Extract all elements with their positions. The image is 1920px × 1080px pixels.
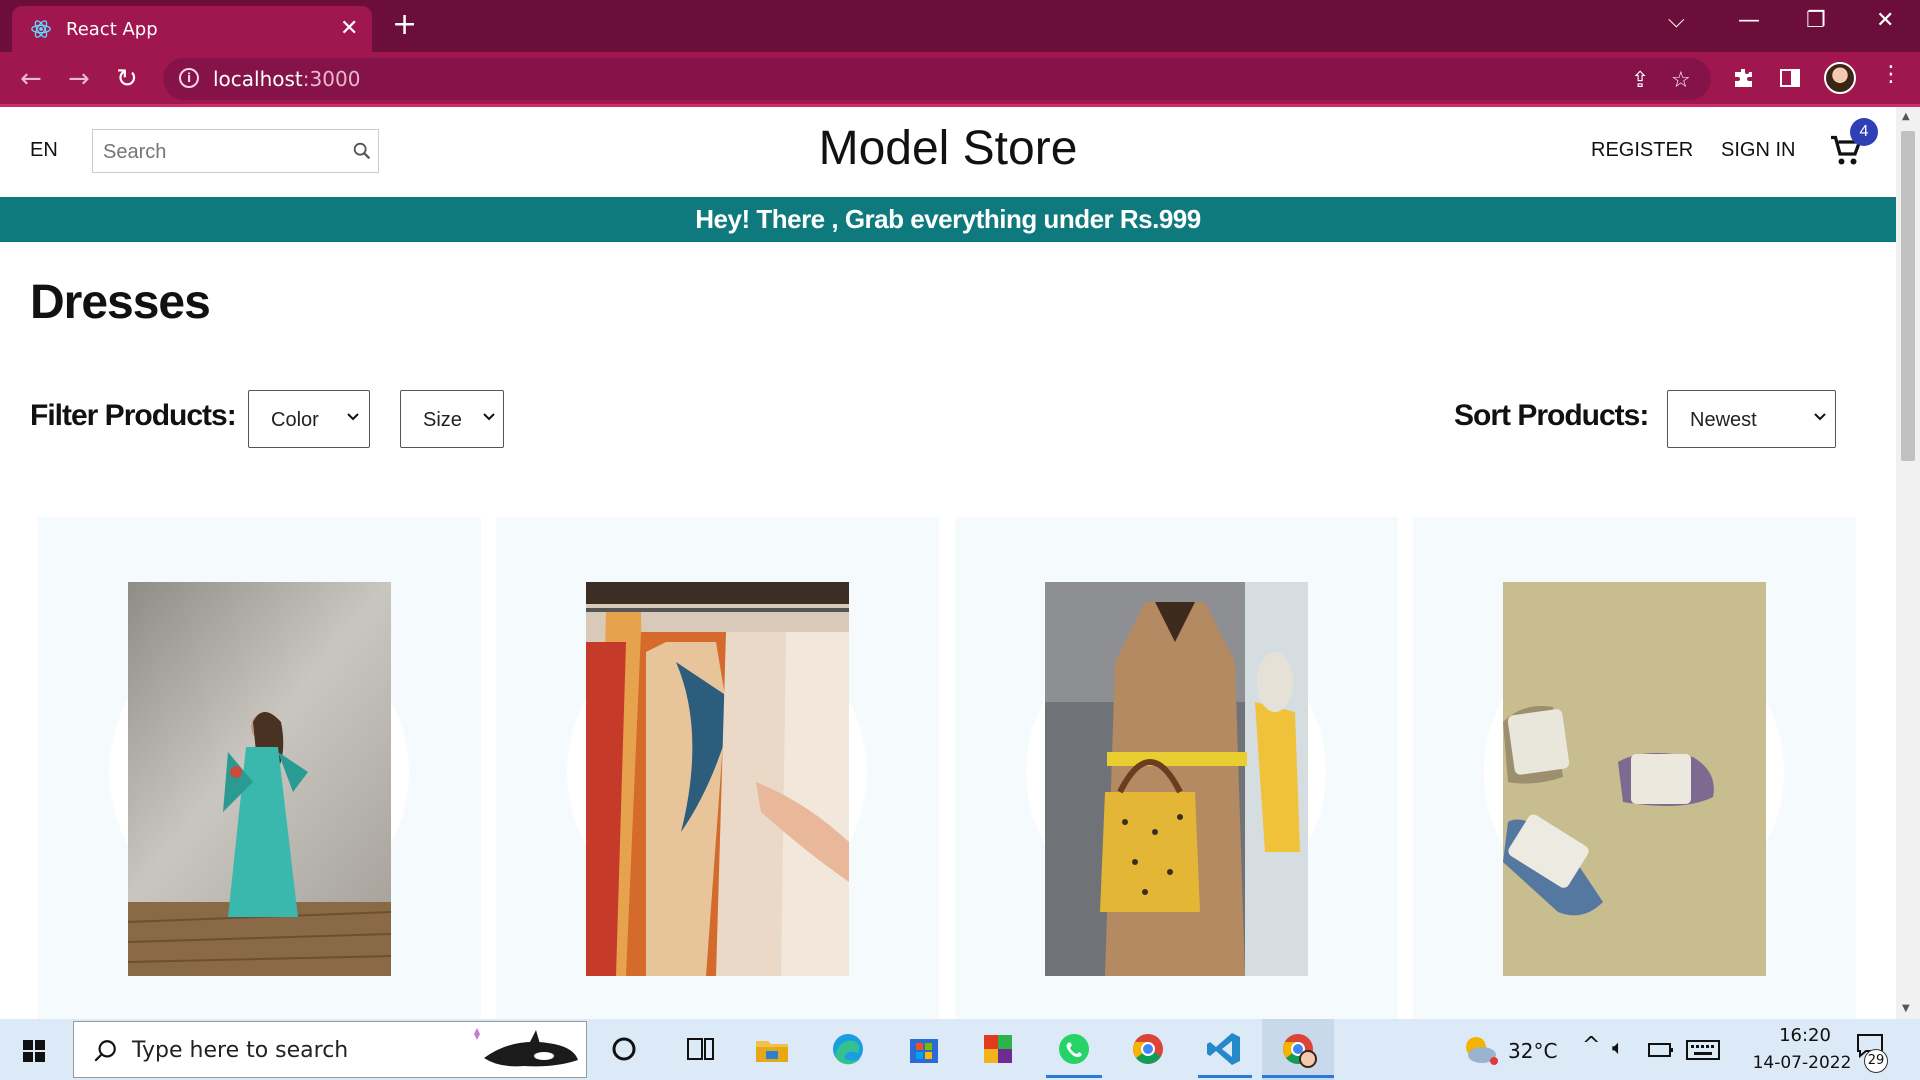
- clock-time[interactable]: 16:20: [1760, 1025, 1850, 1046]
- whatsapp-icon[interactable]: [1054, 1029, 1094, 1069]
- chevron-down-icon: [483, 413, 495, 421]
- url-text: localhost:3000: [213, 67, 361, 91]
- cortana-icon[interactable]: [604, 1029, 644, 1069]
- bookmark-star-icon[interactable]: ☆: [1671, 68, 1691, 93]
- product-image-trench-coat-with-yellow-bag[interactable]: [1045, 582, 1308, 976]
- orca-search-highlight-icon: [474, 1028, 578, 1067]
- reload-icon[interactable]: ↻: [116, 64, 138, 94]
- product-card[interactable]: [496, 517, 939, 1019]
- task-view-icon[interactable]: [680, 1029, 720, 1069]
- color-filter-value: Color: [271, 409, 319, 431]
- tab-close-icon[interactable]: ✕: [340, 16, 358, 41]
- product-card[interactable]: [955, 517, 1398, 1019]
- close-window-icon[interactable]: ✕: [1876, 8, 1894, 33]
- product-image-rolled-socks-on-beige[interactable]: [1503, 582, 1766, 976]
- scroll-up-icon[interactable]: ▲: [1902, 111, 1910, 122]
- page-title: Dresses: [30, 276, 211, 329]
- product-card[interactable]: [1413, 517, 1856, 1019]
- keyboard-icon[interactable]: [1686, 1039, 1720, 1061]
- weather-icon[interactable]: [1460, 1033, 1500, 1067]
- vscode-icon[interactable]: [1204, 1029, 1244, 1069]
- side-panel-icon[interactable]: [1778, 66, 1802, 90]
- chevron-down-icon: [1814, 413, 1826, 421]
- chrome-profile-icon[interactable]: [1278, 1029, 1318, 1069]
- tab-title: React App: [66, 19, 158, 40]
- profile-avatar[interactable]: [1824, 62, 1856, 94]
- windows-taskbar: Type here to search 32°C ^ 🔈︎ 16:20 14-0…: [0, 1019, 1920, 1080]
- tab-search-chevron-icon[interactable]: ⌵: [1668, 8, 1685, 33]
- microsoft-store-icon[interactable]: [904, 1029, 944, 1069]
- share-icon[interactable]: ⇪: [1631, 68, 1649, 93]
- extensions-icon[interactable]: [1731, 66, 1755, 90]
- active-app-indicator: [1198, 1075, 1252, 1078]
- color-filter-select[interactable]: Color: [248, 390, 370, 448]
- announcement-bar: Hey! There , Grab everything under Rs.99…: [0, 197, 1896, 242]
- windows-start-icon[interactable]: [22, 1039, 46, 1063]
- chrome-icon[interactable]: [1128, 1029, 1168, 1069]
- sort-value: Newest: [1690, 409, 1757, 431]
- address-bar[interactable]: i localhost:3000 ⇪ ☆: [163, 58, 1711, 100]
- notification-count-badge: 29: [1864, 1049, 1888, 1073]
- sort-label: Sort Products:: [1454, 399, 1649, 432]
- active-app-indicator: [1262, 1075, 1334, 1078]
- register-link[interactable]: REGISTER: [1591, 139, 1693, 162]
- speaker-icon[interactable]: 🔈︎: [1612, 1035, 1624, 1059]
- sort-select[interactable]: Newest: [1667, 390, 1836, 448]
- filter-label: Filter Products:: [30, 399, 237, 432]
- sign-in-link[interactable]: SIGN IN: [1721, 139, 1795, 162]
- browser-tab-bar: React App ✕ + ⌵ — ❐ ✕: [0, 0, 1920, 52]
- forward-icon[interactable]: →: [68, 64, 90, 94]
- edge-icon[interactable]: [828, 1029, 868, 1069]
- size-filter-select[interactable]: Size: [400, 390, 504, 448]
- taskbar-search-placeholder: Type here to search: [132, 1038, 349, 1063]
- restore-icon[interactable]: ❐: [1806, 8, 1826, 33]
- office-app-icon[interactable]: [978, 1029, 1018, 1069]
- product-card[interactable]: [38, 517, 481, 1019]
- minimize-icon[interactable]: —: [1738, 8, 1760, 33]
- browser-toolbar: ← → ↻ i localhost:3000 ⇪ ☆ ⋮: [0, 52, 1920, 104]
- active-app-indicator: [1046, 1075, 1102, 1078]
- browser-tab[interactable]: React App ✕: [12, 6, 372, 52]
- product-image-woman-in-teal-saree[interactable]: [128, 582, 391, 976]
- file-explorer-icon[interactable]: [752, 1029, 792, 1069]
- back-icon[interactable]: ←: [20, 64, 42, 94]
- new-tab-icon[interactable]: +: [392, 10, 417, 40]
- menu-kebab-icon[interactable]: ⋮: [1880, 62, 1902, 87]
- product-image-colorful-dresses-on-rack[interactable]: [586, 582, 849, 976]
- weather-temperature[interactable]: 32°C: [1508, 1039, 1557, 1063]
- scrollbar-thumb[interactable]: [1901, 131, 1915, 461]
- site-info-icon[interactable]: i: [179, 68, 199, 88]
- size-filter-value: Size: [423, 409, 462, 431]
- scroll-down-icon[interactable]: ▼: [1902, 1003, 1910, 1014]
- cart-count-badge: 4: [1850, 118, 1878, 146]
- chevron-down-icon: [347, 413, 359, 421]
- taskbar-search-box[interactable]: Type here to search: [73, 1021, 587, 1078]
- react-icon: [31, 20, 51, 38]
- battery-icon[interactable]: [1648, 1041, 1674, 1059]
- page-scrollbar[interactable]: ▲ ▼: [1896, 107, 1920, 1019]
- clock-date[interactable]: 14-07-2022: [1742, 1053, 1862, 1073]
- search-icon: [94, 1040, 116, 1062]
- page-content: EN Model Store REGISTER SIGN IN 4 Hey! T…: [0, 107, 1896, 1019]
- chevron-up-icon[interactable]: ^: [1582, 1033, 1600, 1058]
